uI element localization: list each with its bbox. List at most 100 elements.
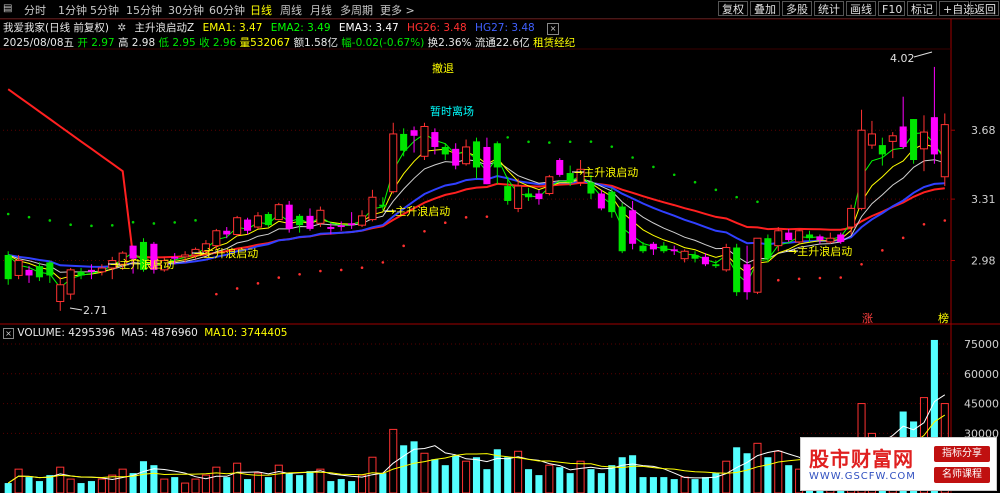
candle-body: [566, 173, 574, 183]
candle: [535, 189, 543, 205]
candle-body: [316, 209, 325, 224]
volume-bar: [587, 469, 595, 493]
volume-bar: [576, 460, 585, 493]
candle-body: [847, 207, 856, 228]
volume-bar: [56, 466, 65, 493]
candle-body: [774, 230, 783, 247]
trend-dot: [735, 195, 738, 199]
high-arrow: [913, 51, 933, 58]
trend-dot: [860, 262, 863, 266]
candle-body: [649, 243, 657, 250]
candle-body: [56, 284, 65, 303]
candle: [233, 215, 242, 237]
kline-chart[interactable]: 3.683.312.9875000600004500030000撤退暂时离场4.…: [0, 0, 1000, 493]
volume-bar: [483, 469, 491, 493]
volume-bar: [753, 442, 762, 493]
candle-body: [545, 176, 554, 195]
trend-dot: [464, 216, 468, 219]
volume-bar: [306, 471, 314, 493]
volume-bar: [118, 468, 127, 493]
candle: [733, 243, 741, 296]
volume-bar: [566, 473, 574, 493]
volume-bar: [14, 468, 23, 493]
trend-dot: [589, 140, 593, 143]
candle: [337, 221, 345, 231]
candle-body: [483, 146, 491, 185]
candle: [4, 251, 12, 285]
volume-bar: [4, 483, 12, 493]
candle: [483, 137, 491, 185]
volume-bar: [274, 464, 283, 493]
candle: [847, 204, 856, 235]
candle: [306, 208, 314, 231]
candle-body: [618, 206, 626, 252]
volume-bar: [379, 473, 387, 493]
candle-body: [910, 119, 918, 160]
candle: [35, 262, 43, 282]
candle: [357, 210, 367, 228]
volume-bar: [764, 457, 772, 493]
candle-body: [722, 247, 731, 271]
candle-body: [46, 262, 54, 276]
candle: [795, 228, 804, 244]
candle-body: [462, 146, 471, 165]
volume-bar: [733, 447, 741, 493]
candle-body: [733, 247, 741, 293]
volume-bar: [348, 481, 356, 493]
start-signal-label: →主升浪启动: [386, 204, 450, 218]
candle: [608, 187, 616, 218]
volume-bar: [46, 475, 54, 493]
candle: [452, 143, 460, 170]
candle: [253, 212, 262, 229]
candle: [764, 234, 772, 263]
trend-dot: [402, 244, 405, 248]
trend-dot: [901, 236, 905, 240]
candle: [940, 113, 949, 187]
watermark-logo: 股市财富网 WWW.GSCFW.COM 指标分享 名师课程: [800, 437, 997, 491]
trend-dot: [797, 277, 801, 281]
candle: [274, 202, 283, 221]
start-signal-label: →主升浪启动: [788, 244, 852, 258]
volume-bar: [296, 475, 304, 493]
volume-bar: [181, 482, 190, 493]
volume-bar: [431, 459, 439, 493]
trend-dot: [423, 229, 426, 233]
candle-body: [233, 217, 242, 235]
volume-bar: [212, 466, 221, 493]
price-tick-label: 3.31: [971, 193, 996, 206]
volume-bar: [701, 477, 709, 493]
trend-dot: [215, 292, 218, 296]
volume-bar: [223, 477, 231, 493]
candle-body: [264, 214, 272, 226]
volume-bar: [629, 455, 637, 493]
price-tick-label: 2.98: [971, 255, 996, 268]
candle: [556, 158, 564, 177]
candle-body: [35, 266, 43, 278]
candle-body: [629, 210, 637, 244]
volume-bar: [743, 453, 751, 493]
volume-bar: [139, 461, 148, 493]
candle-body: [274, 204, 283, 221]
low-price-label: 2.71: [83, 304, 108, 317]
candle: [462, 139, 471, 166]
volume-bar: [649, 477, 657, 493]
trend-dot: [298, 272, 301, 276]
trend-dot: [548, 141, 551, 144]
candle-body: [368, 196, 377, 221]
trend-dot: [943, 219, 947, 222]
volume-tick-label: 75000: [964, 338, 999, 351]
trend-dot: [69, 223, 72, 227]
candle-body: [524, 193, 533, 198]
trend-dot: [776, 278, 780, 282]
candle-body: [670, 249, 678, 252]
candle: [930, 66, 938, 164]
trend-dot: [818, 276, 822, 280]
start-signal-label: →主升浪启动: [194, 246, 258, 260]
candle: [66, 268, 75, 300]
candle: [743, 245, 751, 300]
candle-body: [66, 269, 75, 295]
candle: [285, 200, 293, 233]
candle: [46, 260, 54, 283]
candle-body: [420, 125, 429, 157]
start-signal-label: →主升浪启动: [110, 257, 174, 271]
